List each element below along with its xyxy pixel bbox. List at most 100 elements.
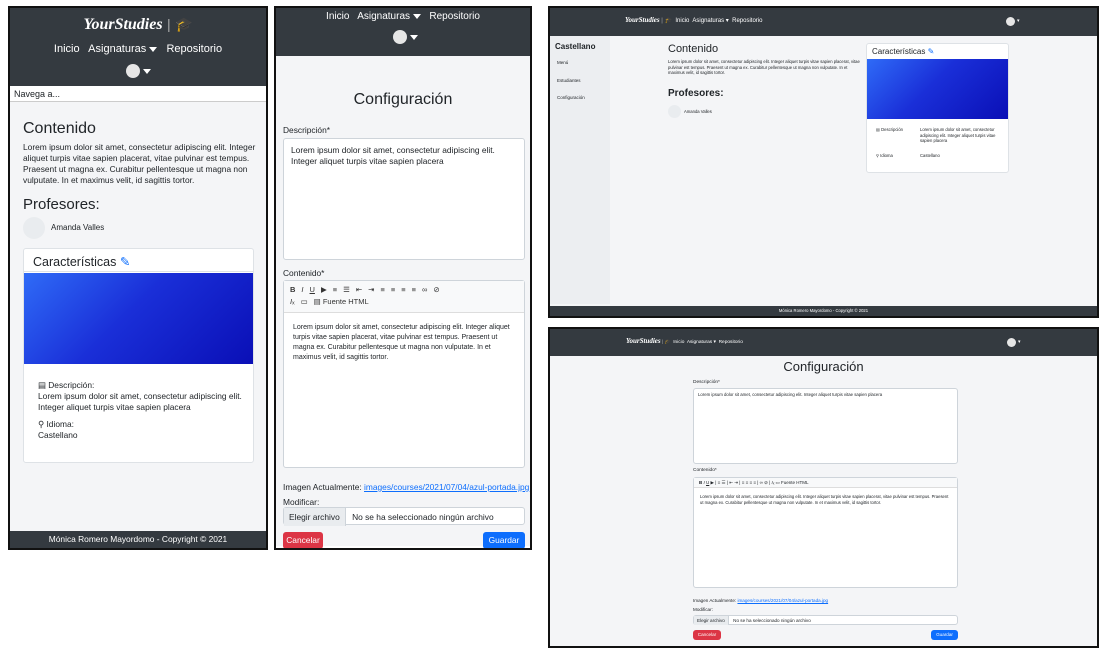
modify-label: Modificar: — [283, 497, 320, 507]
link-icon[interactable]: ∞ — [422, 285, 427, 294]
nav-repositorio[interactable]: Repositorio — [166, 43, 222, 55]
outdent-icon[interactable]: ⇤ — [356, 285, 362, 294]
brand-logo[interactable]: YourStudies — [626, 337, 661, 345]
sidebar-item-menu[interactable]: Menú — [557, 60, 568, 65]
language-value: Castellano — [38, 430, 78, 440]
rich-text-editor[interactable]: B I U ▶ ≡ ☰ ⇤ ⇥ ≡ ≡ ≡ ≡ ∞ ⊘ Iₓ ▭ ▤ Fuente HTML Lorem ip… — [283, 280, 525, 468]
chevron-down-icon: ▾ — [1018, 339, 1021, 345]
navbar: YourStudies | 🎓 Inicio Asignaturas ▾ Rep… — [550, 329, 1097, 356]
course-body: Lorem ipsum dolor sit amet, consectetur … — [23, 142, 256, 185]
language-value: Castellano — [920, 153, 940, 158]
graduation-cap-icon: 🎓 — [664, 18, 673, 24]
underline-button[interactable]: U — [706, 480, 709, 485]
underline-button[interactable]: U — [310, 285, 315, 294]
bold-button[interactable]: B — [290, 285, 295, 294]
chevron-down-icon — [149, 46, 158, 52]
image-link[interactable]: images/courses/2021/07/04/azul-portada.j… — [737, 598, 828, 603]
image-icon[interactable]: ▭ — [301, 297, 308, 306]
nav-repositorio[interactable]: Repositorio — [719, 340, 743, 345]
justify-icon[interactable]: ≡ — [412, 285, 416, 294]
cancel-button[interactable]: Cancelar — [283, 532, 323, 548]
graduation-cap-icon: 🎓 — [664, 340, 671, 345]
language-label: Idioma: — [46, 419, 74, 429]
nav-inicio[interactable]: Inicio — [675, 18, 689, 24]
features-title: Características — [872, 47, 926, 56]
editor-toolbar: B I U ▶ | ≡ ☰ | ⇤ ⇥ | ≡ ≡ ≡ ≡ | ∞ ⊘ | Iₓ… — [694, 478, 957, 488]
file-status: No se ha seleccionado ningún archivo — [733, 618, 811, 623]
edit-icon[interactable]: ✎ — [928, 47, 935, 56]
avatar — [393, 30, 407, 44]
source-html-button[interactable]: Fuente HTML — [781, 480, 809, 485]
nav-inicio[interactable]: Inicio — [673, 340, 684, 345]
description-icon: ▤ — [38, 380, 46, 390]
avatar — [23, 217, 45, 239]
sidebar-item-students[interactable]: Estudiantes — [557, 78, 581, 83]
source-html-button[interactable]: ▤ Fuente HTML — [314, 297, 375, 306]
footer: Mónica Romero Mayordomo - Copyright © 20… — [550, 306, 1097, 316]
teacher-name: Amanda Valles — [684, 109, 712, 114]
choose-file-button[interactable]: Elegir archivo — [694, 616, 729, 625]
cancel-button[interactable]: Cancelar — [693, 630, 721, 640]
brand-logo[interactable]: YourStudies — [83, 16, 162, 33]
italic-button[interactable]: I — [704, 480, 705, 485]
search-input[interactable]: Navega a... — [10, 86, 266, 102]
features-card: Características ✎ ▤ Descripción Lorem ip… — [866, 43, 1009, 173]
avatar — [1007, 338, 1016, 347]
ordered-list-icon[interactable]: ≡ — [333, 285, 337, 294]
course-body: Lorem ipsum dolor sit amet, consectetur … — [668, 59, 860, 76]
chevron-down-icon: ▾ — [1017, 18, 1020, 24]
image-label: Imagen Actualmente: — [283, 482, 362, 492]
teachers-title: Profesores: — [23, 196, 100, 213]
file-input[interactable]: Elegir archivo No se ha seleccionado nin… — [283, 507, 525, 526]
nav-asignaturas[interactable]: Asignaturas — [357, 11, 422, 22]
bullet-list-icon[interactable]: ☰ — [343, 285, 350, 294]
nav-inicio[interactable]: Inicio — [326, 11, 349, 22]
brand-logo[interactable]: YourStudies — [625, 16, 660, 24]
desktop-config-screenshot: YourStudies | 🎓 Inicio Asignaturas ▾ Rep… — [548, 327, 1099, 648]
italic-button[interactable]: I — [301, 285, 303, 294]
file-input[interactable]: Elegir archivo No se ha seleccionado nin… — [693, 615, 958, 625]
indent-icon[interactable]: ⇥ — [368, 285, 374, 294]
teacher-name: Amanda Valles — [51, 223, 105, 232]
clear-format-icon[interactable]: Iₓ — [290, 297, 295, 306]
nav-asignaturas[interactable]: Asignaturas ▾ — [687, 340, 716, 345]
choose-file-button[interactable]: Elegir archivo — [284, 508, 346, 526]
nav-repositorio[interactable]: Repositorio — [429, 11, 480, 22]
video-icon[interactable]: ▶ — [321, 285, 327, 294]
align-left-icon[interactable]: ≡ — [380, 285, 384, 294]
unlink-icon[interactable]: ⊘ — [433, 285, 439, 294]
chevron-down-icon — [410, 35, 418, 40]
navbar: Inicio Asignaturas Repositorio — [276, 8, 530, 56]
nav-inicio[interactable]: Inicio — [54, 43, 80, 55]
description-label: Descripción* — [283, 125, 331, 135]
features-card: Características ✎ ▤ Descripción: Lorem i… — [23, 248, 254, 463]
bold-button[interactable]: B — [699, 480, 702, 485]
avatar — [126, 64, 140, 78]
image-label: Imagen Actualmente: — [693, 598, 737, 603]
features-title: Características — [33, 255, 117, 269]
location-icon: ⚲ — [38, 419, 45, 429]
section-title: Contenido — [668, 43, 719, 55]
save-button[interactable]: Guardar — [483, 532, 525, 548]
nav-asignaturas[interactable]: Asignaturas — [88, 43, 158, 55]
mobile-course-screenshot: YourStudies | 🎓 Inicio Asignaturas Repos… — [8, 6, 268, 550]
description-label: Descripción* — [693, 380, 720, 385]
align-right-icon[interactable]: ≡ — [401, 285, 405, 294]
language-label: ⚲ Idioma — [876, 153, 893, 158]
edit-icon[interactable]: ✎ — [120, 255, 130, 269]
description-textarea[interactable]: Lorem ipsum dolor sit amet, consectetur … — [693, 388, 958, 464]
rich-text-editor[interactable]: B I U ▶ | ≡ ☰ | ⇤ ⇥ | ≡ ≡ ≡ ≡ | ∞ ⊘ | Iₓ… — [693, 477, 958, 588]
navbar: YourStudies | 🎓 Inicio Asignaturas ▾ Rep… — [550, 8, 1097, 36]
chevron-down-icon — [143, 69, 151, 74]
nav-repositorio[interactable]: Repositorio — [732, 18, 762, 24]
save-button[interactable]: Guardar — [931, 630, 958, 640]
avatar — [668, 105, 681, 118]
graduation-cap-icon: 🎓 — [175, 16, 193, 32]
align-center-icon[interactable]: ≡ — [391, 285, 395, 294]
image-link[interactable]: images/courses/2021/07/04/azul-portada.j… — [364, 482, 529, 492]
cover-image — [24, 273, 253, 364]
description-textarea[interactable]: Lorem ipsum dolor sit amet, consectetur … — [283, 138, 525, 260]
content-label: Contenido* — [283, 268, 325, 278]
nav-asignaturas[interactable]: Asignaturas ▾ — [692, 18, 728, 24]
sidebar-item-settings[interactable]: Configuración — [557, 95, 585, 100]
